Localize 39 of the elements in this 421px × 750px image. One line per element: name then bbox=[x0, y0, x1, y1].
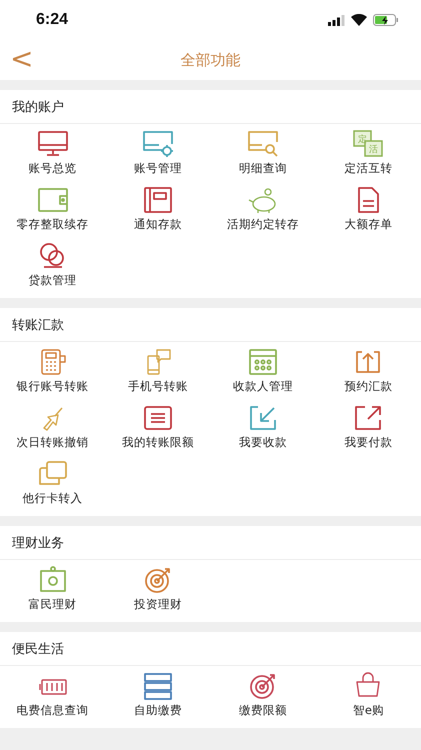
wallet-icon bbox=[36, 186, 70, 214]
feature-button[interactable]: 定 活 定活互转 bbox=[316, 124, 421, 180]
icon-text: 活 bbox=[369, 145, 378, 155]
monitor-gear-icon bbox=[140, 130, 175, 158]
feature-button[interactable]: 投资理财 bbox=[105, 560, 210, 616]
feature-button[interactable]: 手机号转账 bbox=[105, 342, 210, 398]
feature-button[interactable]: 电费信息查询 bbox=[0, 666, 106, 722]
section-title: 便民生活 bbox=[12, 640, 64, 658]
signal-icon bbox=[328, 14, 345, 26]
feature-button[interactable]: 富民理财 bbox=[0, 560, 106, 616]
section-title: 理财业务 bbox=[12, 534, 64, 552]
feature-button[interactable]: 我的转账限额 bbox=[105, 398, 210, 454]
monitor-search-icon bbox=[246, 130, 280, 158]
status-time: 6:24 bbox=[36, 11, 68, 29]
feature-button[interactable]: 零存整取续存 bbox=[0, 180, 106, 236]
feature-button[interactable]: 银行账号转账 bbox=[0, 342, 106, 398]
feature-button[interactable]: 收款人管理 bbox=[210, 342, 316, 398]
page-title: 全部功能 bbox=[180, 50, 240, 70]
feature-button[interactable]: 他行卡转入 bbox=[0, 454, 106, 510]
feature-button[interactable]: 智e购 bbox=[316, 666, 421, 722]
feature-button[interactable]: 通知存款 bbox=[105, 180, 210, 236]
feature-button[interactable]: 账号管理 bbox=[105, 124, 210, 180]
feature-button[interactable]: 我要付款 bbox=[316, 398, 421, 454]
monitor-icon bbox=[36, 130, 70, 158]
feature-button[interactable]: 自助缴费 bbox=[105, 666, 210, 722]
feature-button[interactable]: 贷款管理 bbox=[0, 236, 106, 292]
feature-button[interactable]: 大额存单 bbox=[316, 180, 421, 236]
feature-button[interactable]: 预约汇款 bbox=[316, 342, 421, 398]
feature-button[interactable]: 明细查询 bbox=[210, 124, 316, 180]
battery-charging-icon bbox=[373, 14, 399, 26]
feature-button[interactable]: 次日转账撤销 bbox=[0, 398, 106, 454]
section-title: 转账汇款 bbox=[12, 316, 64, 334]
feature-button[interactable]: 活期约定转存 bbox=[210, 180, 316, 236]
section-title: 我的账户 bbox=[12, 98, 64, 116]
feature-button[interactable]: 缴费限额 bbox=[210, 666, 316, 722]
wifi-icon bbox=[351, 14, 367, 26]
icon-text: 定 bbox=[358, 135, 368, 145]
feature-button[interactable]: 账号总览 bbox=[0, 124, 106, 180]
feature-button[interactable]: 我要收款 bbox=[210, 398, 316, 454]
